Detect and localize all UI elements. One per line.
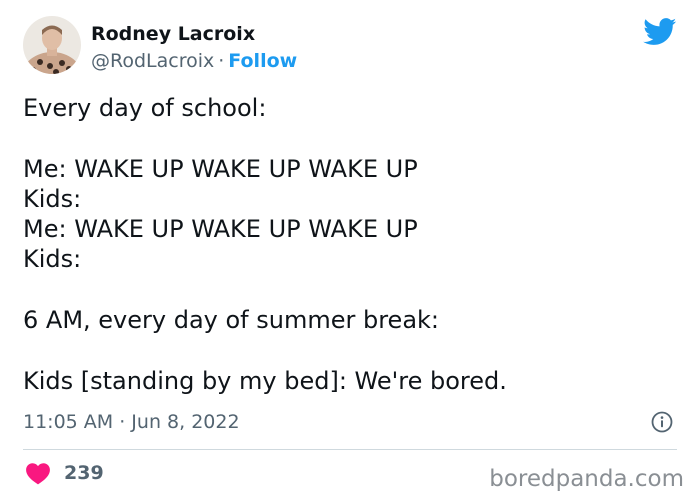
follow-button[interactable]: Follow	[228, 50, 297, 72]
info-icon[interactable]	[651, 411, 673, 433]
tweet-timestamp[interactable]: 11:05 AM · Jun 8, 2022	[23, 410, 240, 434]
twitter-bird-icon[interactable]	[643, 18, 677, 46]
heart-icon	[26, 463, 50, 485]
like-button[interactable]: 239	[25, 458, 104, 488]
author-display-name[interactable]: Rodney Lacroix	[91, 22, 255, 46]
avatar-image	[23, 16, 81, 74]
tweet-line: Kids [standing by my bed]: We're bored.	[23, 366, 507, 395]
author-handle[interactable]: @RodLacroix	[91, 50, 214, 72]
watermark: boredpanda.com	[489, 466, 684, 492]
tweet-text: Every day of school: Me: WAKE UP WAKE UP…	[23, 93, 673, 396]
tweet-line	[23, 335, 673, 365]
tweet-line: Me: WAKE UP WAKE UP WAKE UP	[23, 154, 418, 183]
tweet-line	[23, 275, 673, 305]
tweet-line: Kids:	[23, 184, 82, 213]
tweet-line: Kids:	[23, 245, 82, 274]
tweet-line: Me: WAKE UP WAKE UP WAKE UP	[23, 215, 418, 244]
avatar[interactable]	[23, 16, 81, 74]
author-handle-row: @RodLacroix · Follow	[91, 49, 297, 73]
handle-separator: ·	[218, 50, 225, 72]
tweet-line: Every day of school:	[23, 94, 267, 122]
tweet-card: Rodney Lacroix @RodLacroix · Follow Every …	[0, 0, 700, 502]
like-count: 239	[64, 462, 104, 484]
divider	[23, 449, 677, 450]
tweet-line: 6 AM, every day of summer break:	[23, 306, 440, 335]
tweet-line	[23, 123, 673, 153]
